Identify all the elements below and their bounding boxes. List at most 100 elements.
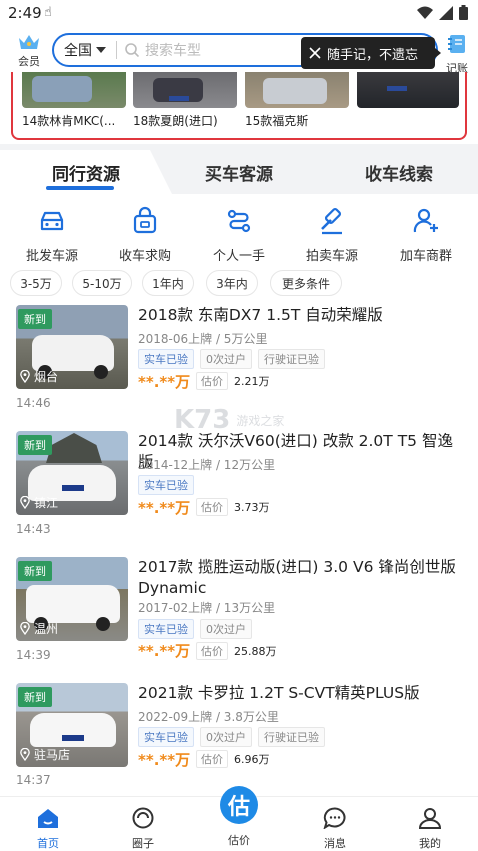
listing-item[interactable]: 新到 镇江 2014款 沃尔沃V60(进口) 改款 2.0T T5 智逸版 20… — [0, 431, 478, 541]
recent-car-image — [245, 72, 349, 108]
recent-car-caption: 14款林肯MKC(... — [22, 114, 116, 128]
filter-chips: 3-5万 5-10万 1年内 3年内 更多条件 — [0, 270, 478, 296]
valuation-fab[interactable]: 估 — [220, 786, 258, 824]
listing-location: 镇江 — [20, 494, 58, 511]
location-pin-icon — [20, 622, 30, 635]
category-label: 拍卖车源 — [305, 249, 358, 264]
vip-label: 会员 — [18, 55, 40, 68]
nav-profile[interactable]: 我的 — [400, 807, 460, 851]
listing-time: 14:39 — [16, 648, 51, 662]
listing-meta: 2022-09上牌 / 3.8万公里 — [138, 710, 279, 724]
search-icon — [125, 43, 139, 57]
tag-inspected: 实车已验 — [138, 475, 194, 495]
recent-car-caption: 18款夏朗(进口) — [133, 114, 218, 128]
estimate-value: 2.21万 — [234, 375, 270, 388]
listing-price: **.**万 — [138, 642, 191, 660]
listing-title: 2021款 卡罗拉 1.2T S-CVT精英PLUS版 — [138, 684, 420, 702]
listing-item[interactable]: 新到 温州 2017款 揽胜运动版(进口) 3.0 V6 锋尚创世版 Dynam… — [0, 557, 478, 677]
category-personal[interactable]: 个人一手 — [199, 206, 279, 264]
listing-tags: 实车已验 — [138, 475, 194, 495]
new-badge: 新到 — [18, 309, 52, 329]
estimate-value: 25.88万 — [234, 645, 277, 658]
wifi-icon — [417, 6, 433, 19]
tooltip-text: 随手记，不遗忘 — [327, 47, 419, 63]
listing-thumbnail: 新到 温州 — [16, 557, 128, 641]
nav-messages[interactable]: 消息 — [305, 807, 365, 851]
listing-time: 14:37 — [16, 773, 51, 787]
nav-home[interactable]: 首页 — [18, 807, 78, 851]
vip-button[interactable]: 会员 — [12, 34, 46, 69]
signal-icon — [439, 5, 453, 20]
category-auction[interactable]: 拍卖车源 — [292, 206, 372, 264]
category-dealer-group[interactable]: 加车商群 — [386, 206, 466, 264]
category-wholesale[interactable]: 批发车源 — [12, 206, 92, 264]
recent-car-card[interactable]: 15款福克斯 — [245, 72, 349, 129]
battery-icon — [459, 5, 468, 20]
shopping-bag-icon — [130, 206, 160, 236]
listing-city: 烟台 — [34, 370, 59, 384]
category-purchase-request[interactable]: 收车求购 — [105, 206, 185, 264]
listing-tags: 实车已验 0次过户 行驶证已验 — [138, 349, 325, 369]
listing-estimate: 估价 3.73万 — [196, 498, 270, 516]
city-label: 全国 — [64, 43, 92, 59]
tag-inspected: 实车已验 — [138, 349, 194, 369]
gavel-icon — [317, 206, 347, 236]
listing-estimate: 估价 25.88万 — [196, 642, 277, 660]
route-icon — [224, 206, 254, 236]
home-icon — [38, 809, 58, 828]
filter-chip[interactable]: 5-10万 — [72, 270, 132, 296]
tab-label: 收车线索 — [365, 164, 433, 185]
add-user-icon — [411, 206, 441, 236]
ledger-button[interactable]: 记账 — [442, 34, 472, 76]
watermark: K73 游戏之家 — [174, 405, 284, 435]
search-input[interactable]: 搜索车型 — [125, 40, 201, 60]
listing-item[interactable]: 新到 烟台 2018款 东南DX7 1.5T 自动荣耀版 2018-06上牌 /… — [0, 305, 478, 415]
listing-price: **.**万 — [138, 499, 191, 517]
memo-tooltip[interactable]: 随手记，不遗忘 — [301, 37, 441, 69]
category-grid: 批发车源 收车求购 个人一手 拍卖车源 加车商群 — [0, 200, 478, 266]
recent-car-card[interactable]: 18款夏朗(进口) — [133, 72, 237, 129]
recent-car-card[interactable] — [357, 72, 459, 112]
recent-car-image — [357, 72, 459, 108]
filter-chip[interactable]: 1年内 — [142, 270, 194, 296]
tag-inspected: 实车已验 — [138, 727, 194, 747]
new-badge: 新到 — [18, 561, 52, 581]
nav-circle[interactable]: 圈子 — [113, 807, 173, 851]
listing-time: 14:43 — [16, 522, 51, 536]
listing-meta: 2017-02上牌 / 13万公里 — [138, 601, 276, 615]
listing-thumbnail: 新到 驻马店 — [16, 683, 128, 767]
recent-car-caption: 15款福克斯 — [245, 114, 309, 128]
category-label: 个人一手 — [212, 249, 265, 264]
caret-down-icon — [96, 47, 106, 53]
listing-location: 烟台 — [20, 368, 58, 385]
close-icon[interactable] — [309, 47, 321, 59]
listing-meta: 2018-06上牌 / 5万公里 — [138, 332, 268, 346]
tab-purchase-leads[interactable]: 收车线索 — [330, 150, 468, 194]
watermark-text: 游戏之家 — [236, 413, 285, 428]
listing-tags: 实车已验 0次过户 行驶证已验 — [138, 727, 325, 747]
filter-more-chip[interactable]: 更多条件 — [270, 270, 342, 296]
nav-label: 圈子 — [132, 837, 154, 850]
listing-item[interactable]: 新到 驻马店 2021款 卡罗拉 1.2T S-CVT精英PLUS版 2022-… — [0, 683, 478, 793]
search-divider — [116, 41, 117, 59]
message-icon — [323, 807, 346, 830]
filter-chip[interactable]: 3年内 — [206, 270, 258, 296]
tab-buyer-leads[interactable]: 买车客源 — [172, 150, 306, 194]
filter-chip[interactable]: 3-5万 — [10, 270, 62, 296]
recent-car-card[interactable]: 14款林肯MKC(... — [22, 72, 126, 129]
listing-estimate: 估价 2.21万 — [196, 372, 270, 390]
circle-community-icon — [132, 807, 154, 829]
city-selector[interactable]: 全国 — [54, 40, 106, 60]
listing-city: 驻马店 — [34, 748, 71, 762]
top-bar: 会员 全国 搜索车型 随手记，不遗忘 记账 — [0, 26, 478, 76]
recent-viewed-panel: 14款林肯MKC(... 18款夏朗(进口) 15款福克斯 — [11, 72, 467, 140]
estimate-label: 估价 — [196, 750, 228, 768]
valuation-fab-text: 估 — [227, 795, 250, 820]
crown-icon — [18, 34, 40, 50]
user-icon — [418, 808, 442, 829]
listing-thumbnail: 新到 镇江 — [16, 431, 128, 515]
category-label: 加车商群 — [399, 249, 452, 264]
listing-city: 镇江 — [34, 496, 59, 510]
listing-tags: 实车已验 0次过户 — [138, 619, 252, 639]
new-badge: 新到 — [18, 687, 52, 707]
